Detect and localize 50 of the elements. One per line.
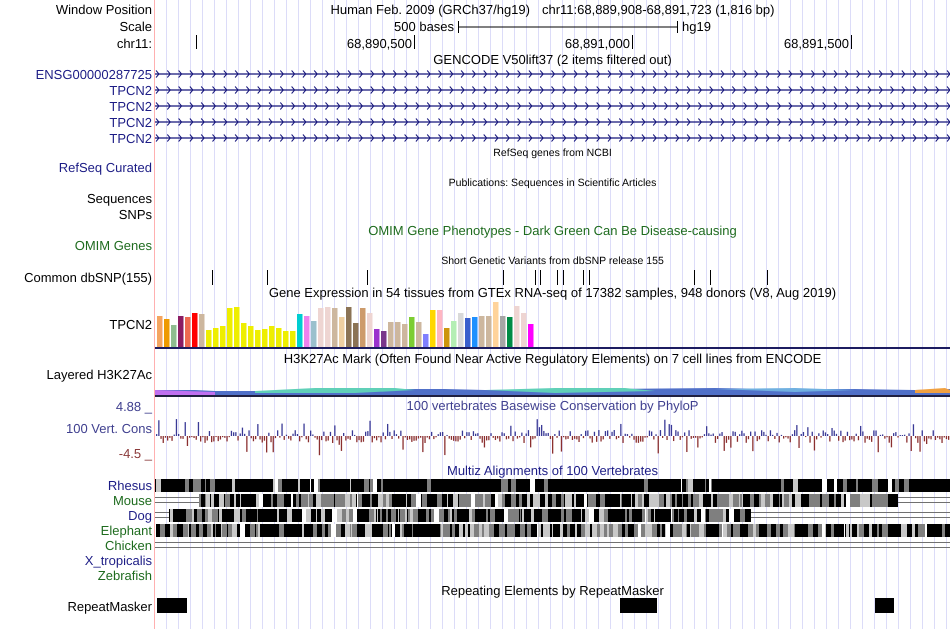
- ruler-label: Scale: [119, 19, 152, 34]
- track-title: OMIM Gene Phenotypes - Dark Green Can Be Disease-causing: [368, 222, 737, 238]
- track-title: GENCODE V50lift37 (2 items filtered out): [433, 52, 672, 66]
- assembly-text: Human Feb. 2009 (GRCh37/hg19): [330, 2, 530, 16]
- track-title: H3K27Ac Mark (Often Found Near Active Regulatory Elements) on 7 cell lines from ENCODE: [284, 350, 822, 366]
- repeat-block: [620, 598, 657, 613]
- track-label: RefSeq Curated: [58, 160, 152, 175]
- track-title: Gene Expression in 54 tissues from GTEx RNA-seq of 17382 samples, 948 donors (V8, Aug 2019): [268, 285, 836, 300]
- track-label: Common dbSNP(155): [24, 270, 152, 285]
- scale-assembly: hg19: [682, 19, 711, 34]
- track-label: Layered H3K27Ac: [46, 367, 152, 382]
- track-title: RefSeq genes from NCBI: [493, 146, 612, 160]
- ruler-label: Window Position: [56, 2, 152, 16]
- track-title: Publications: Sequences in Scientific Articles: [448, 176, 656, 190]
- track-title: Multiz Alignments of 100 Vertebrates: [446, 463, 658, 478]
- tick-mark: [414, 35, 415, 49]
- track-label: Zebrafish: [98, 568, 152, 583]
- tick-mark: [196, 35, 197, 49]
- track-label: X_tropicalis: [84, 553, 152, 568]
- track-label: Dog: [128, 508, 152, 523]
- scale-length: 500 bases: [394, 19, 454, 34]
- track-title: 100 vertebrates Basewise Conservation by PhyloP: [406, 398, 698, 413]
- ruler-coordinate: 68,891,500: [784, 36, 849, 51]
- tick-mark: [851, 35, 852, 49]
- position-text: chr11:68,889,908-68,891,723 (1,816 bp): [542, 2, 774, 16]
- track-label: Chicken: [105, 538, 152, 553]
- track-label: 100 Vert. Cons: [66, 421, 152, 436]
- tick-mark: [632, 35, 633, 49]
- repeat-block: [875, 598, 894, 613]
- ruler-coordinate: 68,891,000: [564, 36, 630, 51]
- track-label: 4.88 _: [116, 399, 152, 414]
- track-label: ENSG00000287725: [36, 66, 152, 82]
- track-title: Short Genetic Variants from dbSNP release 155: [441, 254, 664, 269]
- track-title: Repeating Elements by RepeatMasker: [441, 583, 664, 598]
- track-label: Mouse: [112, 493, 152, 508]
- track-label: TPCN2: [109, 82, 152, 98]
- ruler-label: chr11:: [116, 36, 152, 51]
- track-label: RepeatMasker: [67, 598, 152, 614]
- track-label: TPCN2: [109, 130, 152, 146]
- ruler-coordinate: 68,890,500: [346, 36, 412, 51]
- track-label: TPCN2: [109, 98, 152, 114]
- track-label: Sequences: [86, 191, 152, 206]
- track-label: Elephant: [100, 523, 152, 538]
- track-label: SNPs: [118, 206, 152, 222]
- track-label: -4.5 _: [118, 446, 152, 461]
- track-label: TPCN2: [109, 114, 152, 130]
- repeat-block: [157, 598, 187, 613]
- track-label: Rhesus: [108, 478, 152, 493]
- track-label: OMIM Genes: [74, 238, 152, 253]
- track-label: TPCN2: [109, 317, 152, 332]
